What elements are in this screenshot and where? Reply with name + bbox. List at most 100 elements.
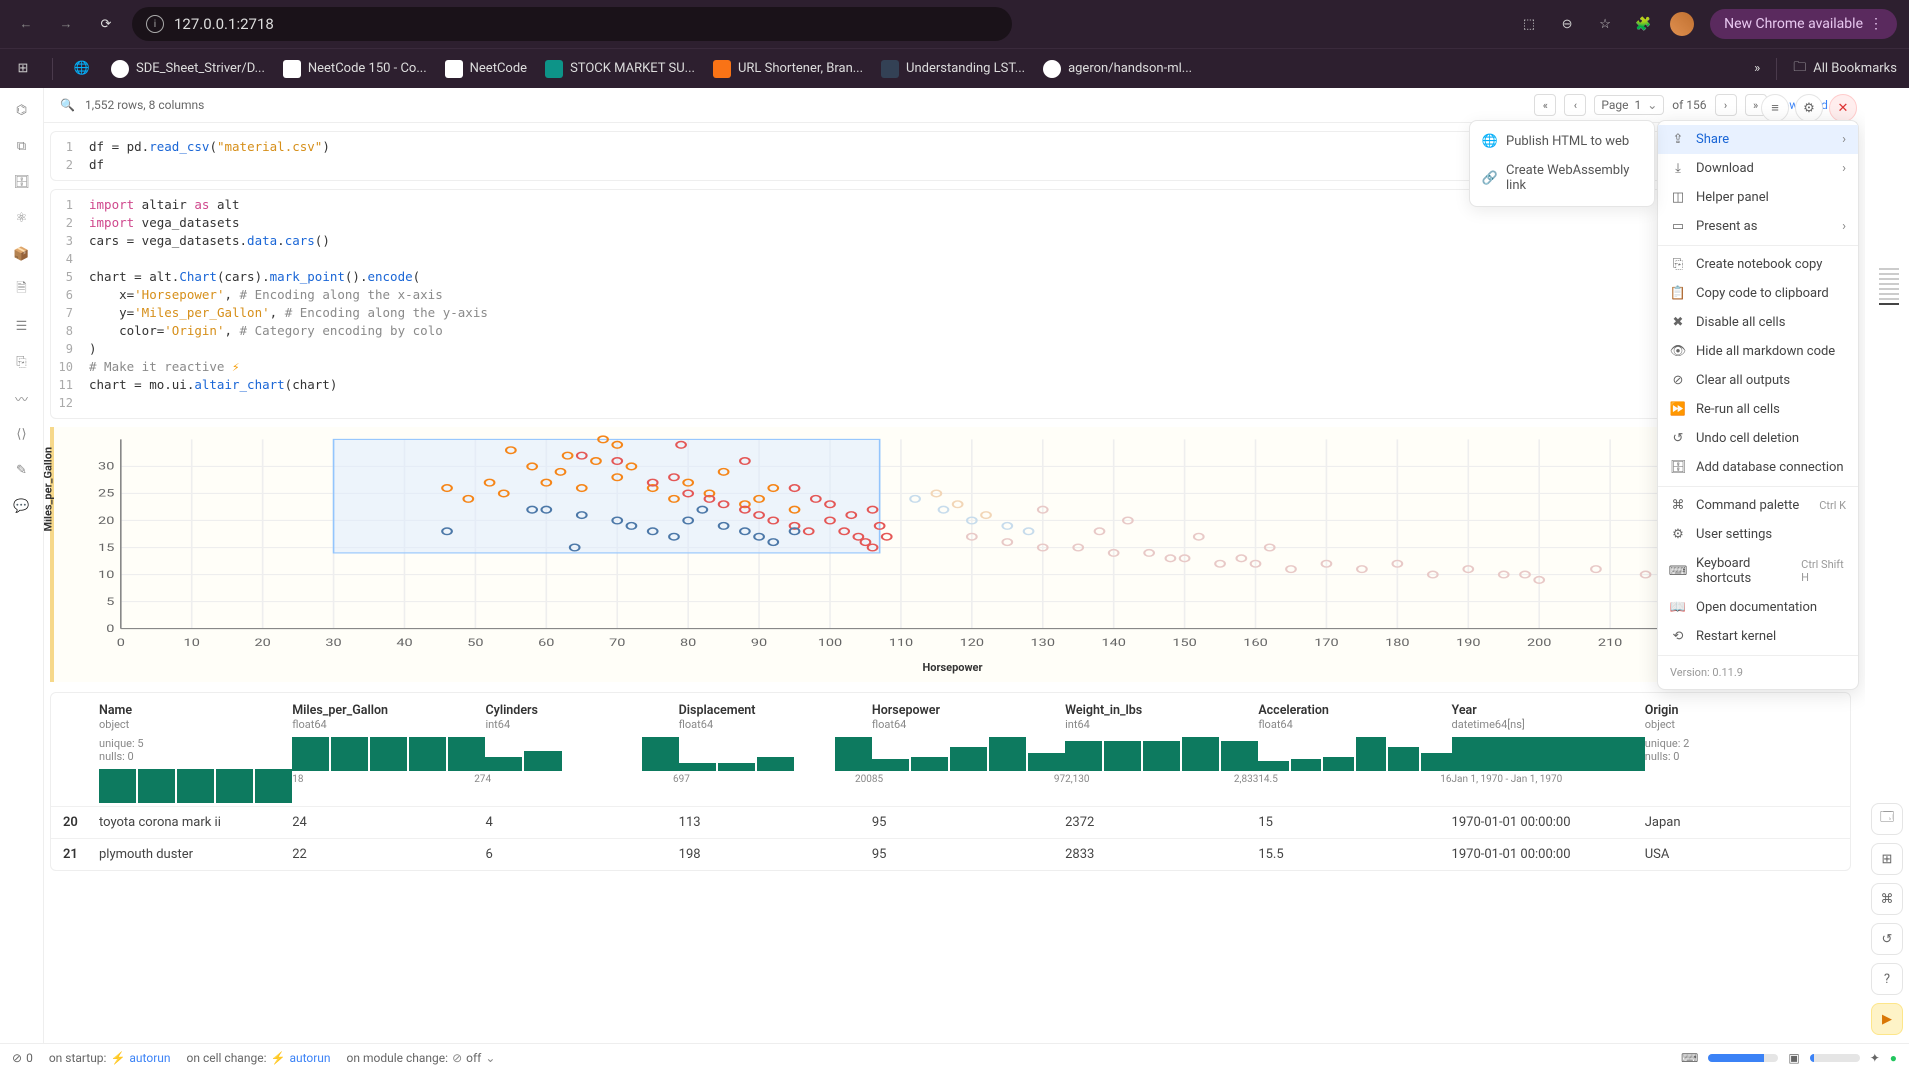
code-content[interactable]: import altair as alt import vega_dataset…	[81, 190, 1850, 418]
dd-clear-outputs[interactable]: ⊘Clear all outputs	[1658, 366, 1858, 395]
startup-status[interactable]: on startup: ⚡ autorun	[49, 1051, 171, 1065]
prev-page-button[interactable]: ‹	[1564, 94, 1586, 116]
dd-undo-del[interactable]: ↺Undo cell deletion	[1658, 424, 1858, 453]
sparkle-icon[interactable]: ✦	[1870, 1051, 1880, 1065]
apps-icon[interactable]: ⊞	[12, 58, 34, 80]
table-body: 20 toyota corona mark ii 24 4 113 95 237…	[51, 806, 1850, 870]
svg-text:0: 0	[106, 623, 114, 635]
next-page-button[interactable]: ›	[1715, 94, 1737, 116]
table-column-header[interactable]: Cylinders int64 46	[485, 703, 678, 806]
all-bookmarks-button[interactable]: 🗀 All Bookmarks	[1793, 58, 1897, 80]
file-icon[interactable]: 🗎	[10, 278, 34, 302]
install-icon[interactable]: ⬚	[1518, 13, 1540, 35]
chat-icon[interactable]: 💬	[10, 494, 34, 518]
rr-help-button[interactable]: ?	[1871, 963, 1903, 995]
dd-copy-code[interactable]: 📋Copy code to clipboard	[1658, 279, 1858, 308]
copy-icon[interactable]: ⎘	[10, 350, 34, 374]
dd-hide-md[interactable]: 👁Hide all markdown code	[1658, 337, 1858, 366]
bookmark-3[interactable]: STOCK MARKET SU...	[545, 60, 695, 78]
cellchange-status[interactable]: on cell change: ⚡ autorun	[187, 1051, 331, 1065]
search-list-icon[interactable]: ☰	[10, 314, 34, 338]
bookmark-4[interactable]: URL Shortener, Bran...	[713, 60, 863, 78]
forward-button[interactable]: →	[52, 10, 80, 38]
dd-user-settings[interactable]: ⚙User settings	[1658, 520, 1858, 549]
errors-status[interactable]: ⊘ 0	[12, 1051, 33, 1065]
star-icon[interactable]: ☆	[1594, 13, 1616, 35]
publish-html-item[interactable]: 🌐 Publish HTML to web	[1470, 127, 1654, 156]
outline-icon[interactable]: ⌬	[10, 98, 34, 122]
table-column-header[interactable]: Horsepower float64 8597	[872, 703, 1065, 806]
main-dropdown: ⇪Share› ⤓Download› ◫Helper panel ▭Presen…	[1657, 120, 1859, 690]
dd-notebook-copy[interactable]: ⎘Create notebook copy	[1658, 250, 1858, 279]
bookmark-0[interactable]: SDE_Sheet_Striver/D...	[111, 60, 265, 78]
globe-icon[interactable]: 🌐	[71, 58, 93, 80]
back-button[interactable]: ←	[12, 10, 40, 38]
table-column-header[interactable]: Weight_in_lbs int64 2,1302,833	[1065, 703, 1258, 806]
cpu-icon[interactable]: ▣	[1788, 1051, 1799, 1065]
dd-disable-cells[interactable]: ✖Disable all cells	[1658, 308, 1858, 337]
avatar[interactable]	[1670, 12, 1694, 36]
bookmarks-overflow-icon[interactable]: »	[1754, 61, 1760, 76]
keyboard-icon[interactable]: ⌨	[1681, 1051, 1698, 1065]
table-column-header[interactable]: Year datetime64[ns] Jan 1, 1970 - Jan 1,…	[1452, 703, 1645, 806]
bookmark-5[interactable]: Understanding LST...	[881, 60, 1025, 78]
close-button[interactable]: ✕	[1829, 94, 1857, 122]
bookmark-6[interactable]: ageron/handson-ml...	[1043, 60, 1192, 78]
connection-icon[interactable]: ●	[1890, 1051, 1897, 1065]
write-icon[interactable]: ✎	[10, 458, 34, 482]
table-column-header[interactable]: Acceleration float64 14.516	[1258, 703, 1451, 806]
page-select[interactable]: Page 1 ⌄	[1594, 95, 1664, 115]
bookmark-2[interactable]: NeetCode	[445, 60, 527, 78]
dd-rerun[interactable]: ⏩Re-run all cells	[1658, 395, 1858, 424]
graph-icon[interactable]: ⚛	[10, 206, 34, 230]
chart-area[interactable]: 0102030405060708090100110120130140150160…	[66, 435, 1839, 655]
rr-undo-button[interactable]: ↺	[1871, 923, 1903, 955]
table-row[interactable]: 21 plymouth duster 22 6 198 95 2833 15.5…	[51, 838, 1850, 870]
keyboard-icon: ⌨	[1670, 564, 1686, 579]
rr-layout-button[interactable]: ⊞	[1871, 843, 1903, 875]
bookmark-1[interactable]: NeetCode 150 - Co...	[283, 60, 427, 78]
dd-open-docs[interactable]: 📖Open documentation	[1658, 593, 1858, 622]
url-bar[interactable]: i 127.0.0.1:2718	[132, 7, 1012, 41]
code-cell-2[interactable]: 123456789101112 import altair as alt imp…	[50, 189, 1851, 419]
table-column-header[interactable]: Displacement float64 97200	[679, 703, 872, 806]
dd-cmd-palette[interactable]: ⌘Command paletteCtrl K	[1658, 491, 1858, 520]
svg-text:190: 190	[1456, 637, 1480, 649]
settings-button[interactable]: ⚙	[1795, 94, 1823, 122]
chevron-right-icon: ›	[1842, 161, 1846, 176]
minimap[interactable]	[1879, 268, 1907, 305]
create-wasm-item[interactable]: 🔗 Create WebAssembly link	[1470, 156, 1654, 200]
package-icon[interactable]: 📦	[10, 242, 34, 266]
svg-text:40: 40	[396, 637, 412, 649]
terminal-icon[interactable]: ⧉	[10, 134, 34, 158]
cmd-icon: ⌘	[1670, 498, 1686, 513]
dd-download[interactable]: ⤓Download›	[1658, 154, 1858, 183]
reload-button[interactable]: ⟳	[92, 10, 120, 38]
search-icon[interactable]: 🔍	[60, 98, 75, 112]
dd-kb-shortcuts[interactable]: ⌨Keyboard shortcutsCtrl Shift H	[1658, 549, 1858, 593]
dd-helper[interactable]: ◫Helper panel	[1658, 183, 1858, 212]
rr-view-button[interactable]: 🗔	[1871, 803, 1903, 835]
zoom-icon[interactable]: ⊖	[1556, 13, 1578, 35]
new-chrome-button[interactable]: New Chrome available ⋮	[1710, 9, 1897, 39]
dd-present[interactable]: ▭Present as›	[1658, 212, 1858, 241]
svg-text:130: 130	[1031, 637, 1055, 649]
more-menu-button[interactable]: ≡	[1761, 94, 1789, 122]
share-submenu: 🌐 Publish HTML to web 🔗 Create WebAssemb…	[1469, 120, 1655, 207]
run-button[interactable]: ▶	[1871, 1003, 1903, 1035]
first-page-button[interactable]: «	[1534, 94, 1556, 116]
table-column-header[interactable]: Miles_per_Gallon float64 1827	[292, 703, 485, 806]
module-status[interactable]: on module change: ⊘ off ⌄	[347, 1051, 496, 1065]
dd-add-db[interactable]: 🗄Add database connection	[1658, 453, 1858, 482]
snippets-icon[interactable]: ⟨⟩	[10, 422, 34, 446]
table-column-header[interactable]: Origin object unique: 2nulls: 0	[1645, 703, 1838, 806]
database-icon[interactable]: 🗄	[10, 170, 34, 194]
svg-text:10: 10	[184, 637, 200, 649]
pulse-icon[interactable]: 〰	[10, 386, 34, 410]
table-column-header[interactable]: Name object unique: 5nulls: 0	[99, 703, 292, 806]
table-row[interactable]: 20 toyota corona mark ii 24 4 113 95 237…	[51, 806, 1850, 838]
rr-cmd-button[interactable]: ⌘	[1871, 883, 1903, 915]
dd-share[interactable]: ⇪Share›	[1658, 125, 1858, 154]
dd-restart[interactable]: ⟲Restart kernel	[1658, 622, 1858, 651]
extensions-icon[interactable]: 🧩	[1632, 13, 1654, 35]
